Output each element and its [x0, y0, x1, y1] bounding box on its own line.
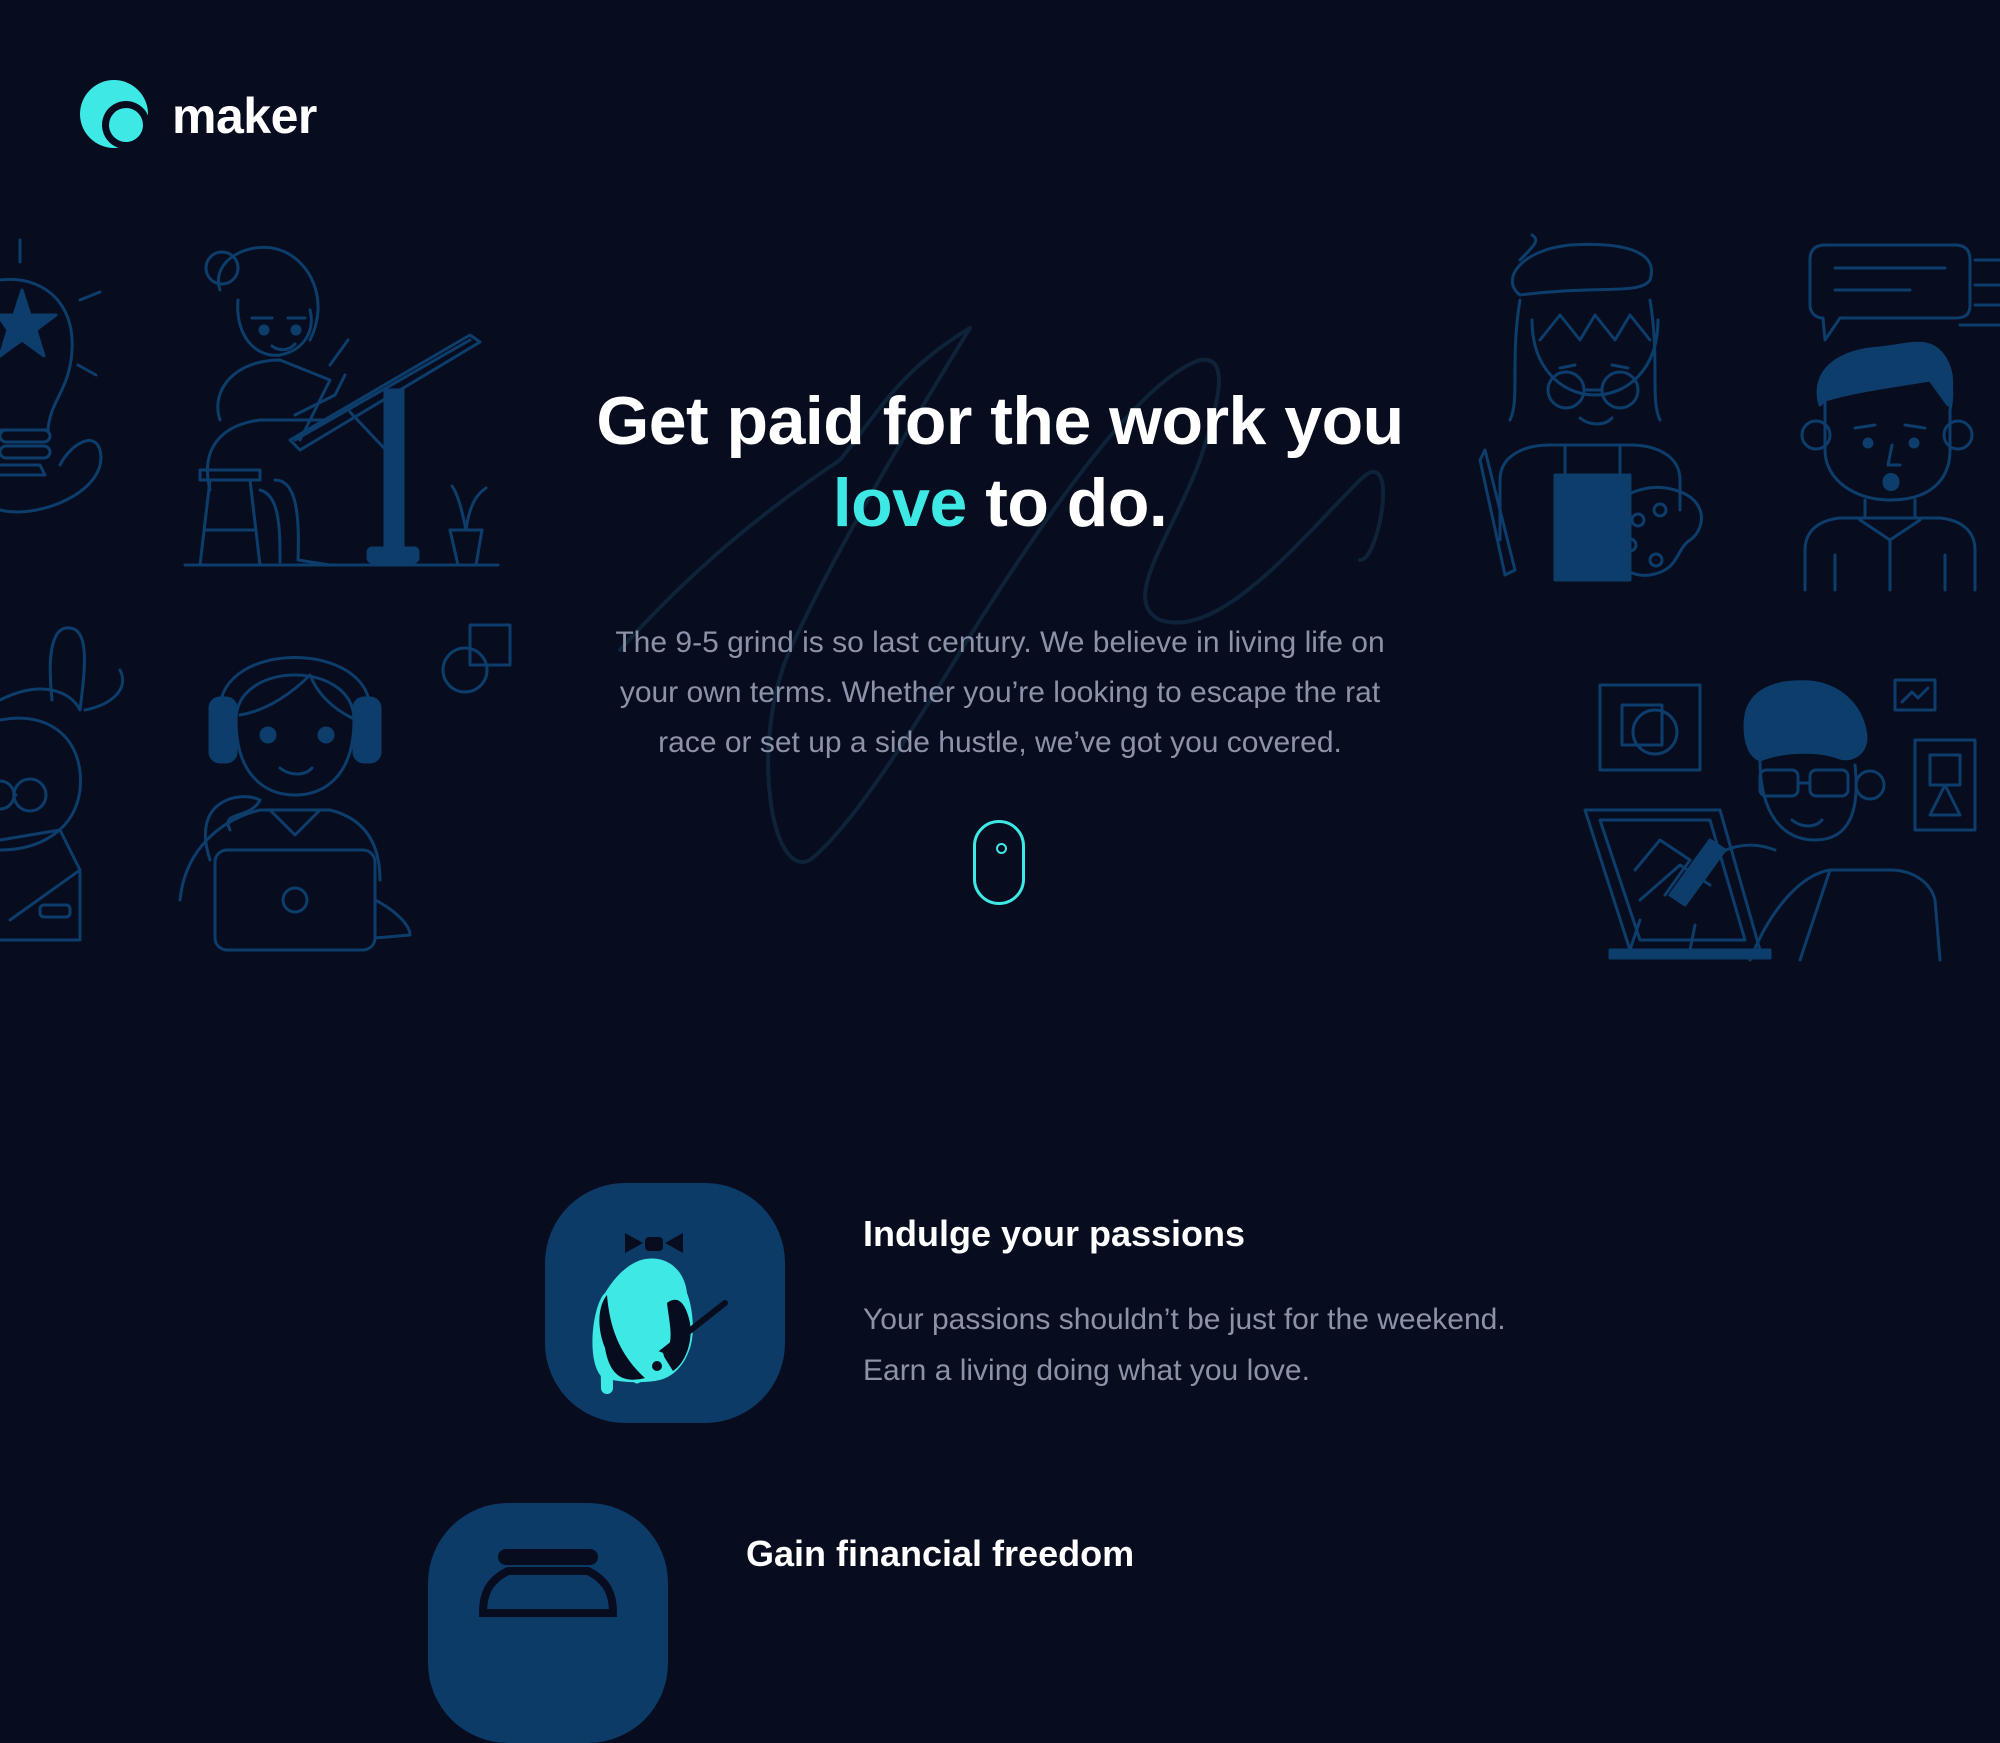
- feature-title: Gain financial freedom: [746, 1533, 1135, 1574]
- bunny-costume-person-illustration-icon: [0, 626, 124, 942]
- headline-accent-word: love: [832, 465, 968, 541]
- hero-headline: Get paid for the work you love to do.: [500, 380, 1500, 544]
- hero-description: The 9-5 grind is so last century. We bel…: [615, 626, 1385, 759]
- painter-with-beret-illustration-icon: [1478, 233, 1703, 582]
- hero-section: Get paid for the work you love to do. Th…: [500, 380, 1500, 768]
- logo-icon: [80, 80, 150, 149]
- lightbulb-illustration-icon: [0, 238, 103, 514]
- logo[interactable]: maker: [80, 80, 317, 152]
- paint-palette-icon: [545, 1183, 785, 1423]
- feature-title: Indulge your passions: [863, 1213, 1246, 1254]
- scroll-wheel-dot: [996, 843, 1007, 854]
- logo-text: maker: [172, 88, 317, 144]
- money-jar-icon: [428, 1503, 668, 1743]
- digital-artist-at-tablet-illustration-icon: [1583, 678, 1977, 962]
- feature-description-line2: Earn a living doing what you love.: [863, 1354, 1310, 1387]
- person-with-headphones-laptop-illustration-icon: [178, 656, 412, 952]
- artist-at-drafting-table-illustration-icon: [183, 245, 500, 567]
- headline-text-end: to do.: [985, 465, 1168, 541]
- feature-description-line1: Your passions shouldn’t be just for the …: [863, 1303, 1506, 1336]
- speech-bubble-person-illustration-icon: [1800, 243, 2000, 592]
- headline-text: Get paid for the work you: [596, 383, 1404, 459]
- mouse-scroll-icon[interactable]: [973, 820, 1025, 905]
